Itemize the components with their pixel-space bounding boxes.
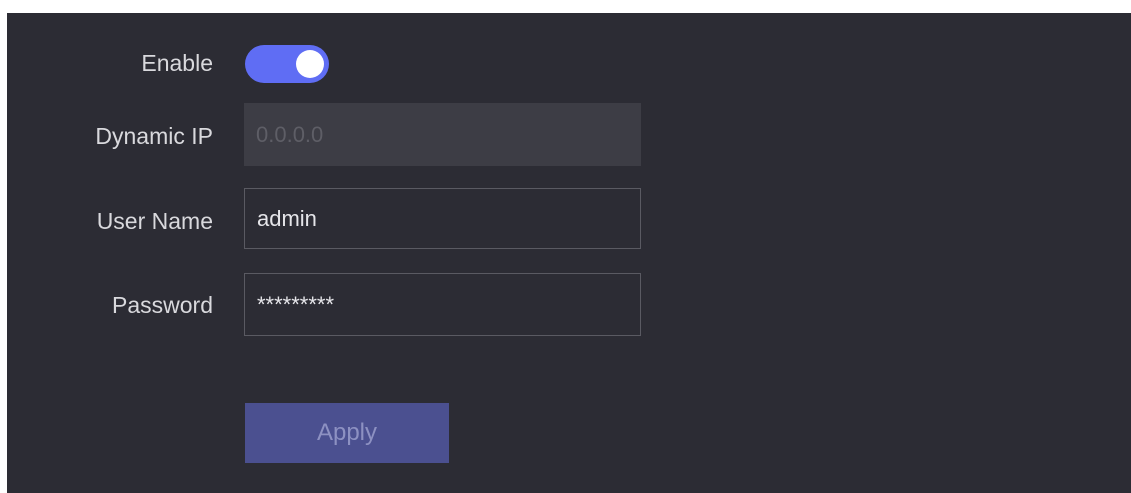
enable-label: Enable — [141, 50, 213, 76]
user-name-label: User Name — [96, 208, 213, 234]
password-input[interactable] — [244, 273, 641, 336]
dynamic-ip-label: Dynamic IP — [95, 123, 213, 149]
dynamic-ip-field — [244, 103, 641, 166]
toggle-knob — [296, 50, 324, 78]
apply-button[interactable]: Apply — [245, 403, 449, 463]
ddns-settings-panel: Enable Dynamic IP User Name Password App… — [7, 13, 1131, 493]
user-name-input[interactable] — [244, 188, 641, 249]
enable-toggle[interactable] — [245, 45, 329, 83]
password-label: Password — [112, 292, 213, 318]
